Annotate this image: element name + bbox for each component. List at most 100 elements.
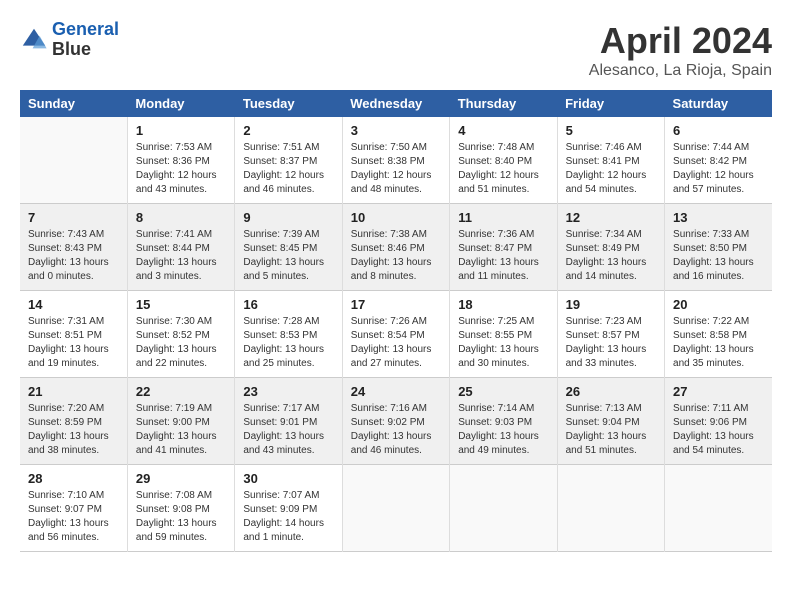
calendar-table: SundayMondayTuesdayWednesdayThursdayFrid…: [20, 90, 772, 552]
week-row-5: 28 Sunrise: 7:10 AM Sunset: 9:07 PM Dayli…: [20, 465, 772, 552]
title-block: April 2024 Alesanco, La Rioja, Spain: [589, 20, 772, 80]
day-info: Sunrise: 7:51 AM Sunset: 8:37 PM Dayligh…: [243, 141, 333, 197]
day-number: 14: [28, 297, 119, 312]
day-info: Sunrise: 7:48 AM Sunset: 8:40 PM Dayligh…: [458, 141, 548, 197]
day-number: 1: [136, 123, 226, 138]
logo: General Blue: [20, 20, 119, 60]
week-row-4: 21 Sunrise: 7:20 AM Sunset: 8:59 PM Dayli…: [20, 378, 772, 465]
day-number: 27: [673, 384, 764, 399]
day-number: 15: [136, 297, 226, 312]
calendar-cell: 14 Sunrise: 7:31 AM Sunset: 8:51 PM Dayli…: [20, 291, 127, 378]
calendar-cell: 11Sunrise: 7:36 AM Sunset: 8:47 PM Dayli…: [450, 204, 557, 291]
logo-line1: General: [52, 19, 119, 39]
calendar-cell: [20, 117, 127, 204]
calendar-cell: 27 Sunrise: 7:11 AM Sunset: 9:06 PM Dayli…: [665, 378, 772, 465]
day-number: 3: [351, 123, 441, 138]
day-info: Sunrise: 7:11 AM Sunset: 9:06 PM Dayligh…: [673, 402, 764, 458]
day-info: Sunrise: 7:38 AM Sunset: 8:46 PM Dayligh…: [351, 228, 441, 284]
calendar-cell: 1 Sunrise: 7:53 AM Sunset: 8:36 PM Daylig…: [127, 117, 234, 204]
day-info: Sunrise: 7:34 AM Sunset: 8:49 PM Dayligh…: [566, 228, 656, 284]
day-number: 4: [458, 123, 548, 138]
day-info: Sunrise: 7:53 AM Sunset: 8:36 PM Dayligh…: [136, 141, 226, 197]
calendar-cell: 12 Sunrise: 7:34 AM Sunset: 8:49 PM Dayli…: [557, 204, 664, 291]
column-header-sunday: Sunday: [20, 90, 127, 117]
day-info: Sunrise: 7:13 AM Sunset: 9:04 PM Dayligh…: [566, 402, 656, 458]
calendar-header: SundayMondayTuesdayWednesdayThursdayFrid…: [20, 90, 772, 117]
day-number: 28: [28, 471, 119, 486]
column-header-saturday: Saturday: [665, 90, 772, 117]
day-number: 18: [458, 297, 548, 312]
calendar-cell: 23 Sunrise: 7:17 AM Sunset: 9:01 PM Dayli…: [235, 378, 342, 465]
calendar-cell: 21 Sunrise: 7:20 AM Sunset: 8:59 PM Dayli…: [20, 378, 127, 465]
day-info: Sunrise: 7:25 AM Sunset: 8:55 PM Dayligh…: [458, 315, 548, 371]
column-header-monday: Monday: [127, 90, 234, 117]
calendar-cell: 26 Sunrise: 7:13 AM Sunset: 9:04 PM Dayli…: [557, 378, 664, 465]
logo-icon: [20, 26, 48, 54]
day-info: Sunrise: 7:26 AM Sunset: 8:54 PM Dayligh…: [351, 315, 441, 371]
calendar-cell: 6Sunrise: 7:44 AM Sunset: 8:42 PM Daylig…: [665, 117, 772, 204]
calendar-cell: 29Sunrise: 7:08 AM Sunset: 9:08 PM Dayli…: [127, 465, 234, 552]
calendar-cell: 4 Sunrise: 7:48 AM Sunset: 8:40 PM Daylig…: [450, 117, 557, 204]
day-info: Sunrise: 7:44 AM Sunset: 8:42 PM Dayligh…: [673, 141, 764, 197]
calendar-cell: 3 Sunrise: 7:50 AM Sunset: 8:38 PM Daylig…: [342, 117, 449, 204]
day-info: Sunrise: 7:16 AM Sunset: 9:02 PM Dayligh…: [351, 402, 441, 458]
calendar-cell: [342, 465, 449, 552]
calendar-cell: 17 Sunrise: 7:26 AM Sunset: 8:54 PM Dayli…: [342, 291, 449, 378]
calendar-body: 1 Sunrise: 7:53 AM Sunset: 8:36 PM Daylig…: [20, 117, 772, 552]
day-number: 9: [243, 210, 333, 225]
day-number: 8: [136, 210, 226, 225]
day-info: Sunrise: 7:43 AM Sunset: 8:43 PM Dayligh…: [28, 228, 119, 284]
calendar-cell: 19Sunrise: 7:23 AM Sunset: 8:57 PM Dayli…: [557, 291, 664, 378]
day-number: 25: [458, 384, 548, 399]
week-row-1: 1 Sunrise: 7:53 AM Sunset: 8:36 PM Daylig…: [20, 117, 772, 204]
logo-line2: Blue: [52, 40, 119, 60]
calendar-subtitle: Alesanco, La Rioja, Spain: [589, 62, 772, 80]
day-number: 17: [351, 297, 441, 312]
calendar-cell: 18 Sunrise: 7:25 AM Sunset: 8:55 PM Dayli…: [450, 291, 557, 378]
day-info: Sunrise: 7:22 AM Sunset: 8:58 PM Dayligh…: [673, 315, 764, 371]
column-header-tuesday: Tuesday: [235, 90, 342, 117]
calendar-cell: 13Sunrise: 7:33 AM Sunset: 8:50 PM Dayli…: [665, 204, 772, 291]
day-number: 22: [136, 384, 226, 399]
calendar-cell: 5 Sunrise: 7:46 AM Sunset: 8:41 PM Daylig…: [557, 117, 664, 204]
day-number: 5: [566, 123, 656, 138]
column-header-wednesday: Wednesday: [342, 90, 449, 117]
page-header: General Blue April 2024 Alesanco, La Rio…: [20, 20, 772, 80]
day-info: Sunrise: 7:10 AM Sunset: 9:07 PM Dayligh…: [28, 489, 119, 545]
day-info: Sunrise: 7:19 AM Sunset: 9:00 PM Dayligh…: [136, 402, 226, 458]
calendar-cell: 22 Sunrise: 7:19 AM Sunset: 9:00 PM Dayli…: [127, 378, 234, 465]
calendar-cell: 8 Sunrise: 7:41 AM Sunset: 8:44 PM Daylig…: [127, 204, 234, 291]
day-info: Sunrise: 7:50 AM Sunset: 8:38 PM Dayligh…: [351, 141, 441, 197]
header-row: SundayMondayTuesdayWednesdayThursdayFrid…: [20, 90, 772, 117]
day-info: Sunrise: 7:41 AM Sunset: 8:44 PM Dayligh…: [136, 228, 226, 284]
day-info: Sunrise: 7:30 AM Sunset: 8:52 PM Dayligh…: [136, 315, 226, 371]
calendar-cell: [557, 465, 664, 552]
calendar-cell: [450, 465, 557, 552]
column-header-friday: Friday: [557, 90, 664, 117]
day-number: 29: [136, 471, 226, 486]
day-info: Sunrise: 7:20 AM Sunset: 8:59 PM Dayligh…: [28, 402, 119, 458]
day-number: 11: [458, 210, 548, 225]
week-row-3: 14 Sunrise: 7:31 AM Sunset: 8:51 PM Dayli…: [20, 291, 772, 378]
calendar-cell: 16 Sunrise: 7:28 AM Sunset: 8:53 PM Dayli…: [235, 291, 342, 378]
day-number: 30: [243, 471, 333, 486]
day-info: Sunrise: 7:17 AM Sunset: 9:01 PM Dayligh…: [243, 402, 333, 458]
day-number: 13: [673, 210, 764, 225]
day-number: 16: [243, 297, 333, 312]
day-number: 24: [351, 384, 441, 399]
day-info: Sunrise: 7:28 AM Sunset: 8:53 PM Dayligh…: [243, 315, 333, 371]
day-number: 21: [28, 384, 119, 399]
calendar-cell: 28 Sunrise: 7:10 AM Sunset: 9:07 PM Dayli…: [20, 465, 127, 552]
day-number: 2: [243, 123, 333, 138]
day-info: Sunrise: 7:31 AM Sunset: 8:51 PM Dayligh…: [28, 315, 119, 371]
day-number: 7: [28, 210, 119, 225]
day-number: 12: [566, 210, 656, 225]
day-number: 23: [243, 384, 333, 399]
day-info: Sunrise: 7:46 AM Sunset: 8:41 PM Dayligh…: [566, 141, 656, 197]
calendar-cell: 20Sunrise: 7:22 AM Sunset: 8:58 PM Dayli…: [665, 291, 772, 378]
week-row-2: 7 Sunrise: 7:43 AM Sunset: 8:43 PM Daylig…: [20, 204, 772, 291]
calendar-cell: [665, 465, 772, 552]
column-header-thursday: Thursday: [450, 90, 557, 117]
calendar-cell: 25Sunrise: 7:14 AM Sunset: 9:03 PM Dayli…: [450, 378, 557, 465]
day-number: 26: [566, 384, 656, 399]
